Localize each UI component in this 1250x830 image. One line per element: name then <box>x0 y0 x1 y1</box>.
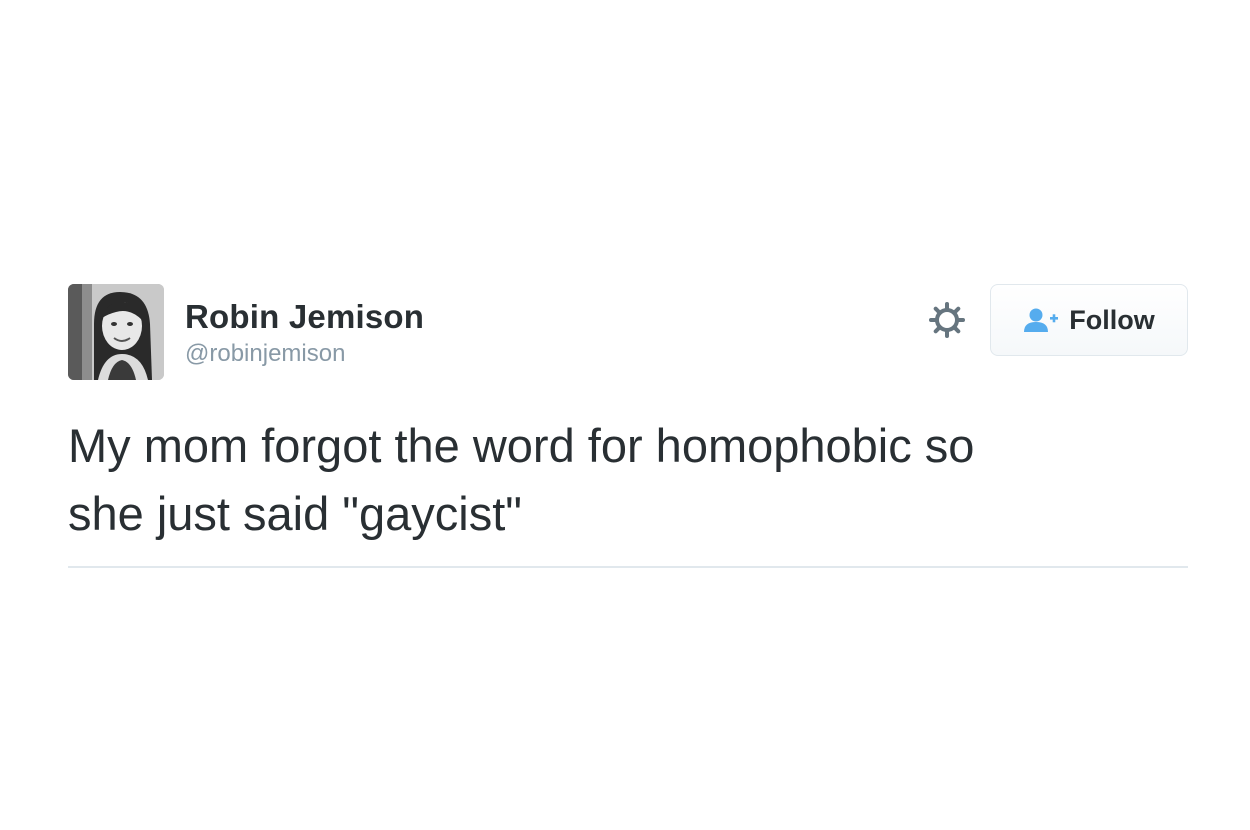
author-name[interactable]: Robin Jemison <box>185 298 424 336</box>
tweet-text: My mom forgot the word for homophobic so… <box>68 412 1188 548</box>
avatar-photo <box>68 284 164 380</box>
follow-button[interactable]: Follow <box>990 284 1188 356</box>
tweet-text-line: she just said "gaycist" <box>68 487 522 540</box>
gear-icon[interactable] <box>928 301 966 339</box>
person-add-icon <box>1024 308 1059 332</box>
author-handle[interactable]: @robinjemison <box>185 339 424 369</box>
follow-label: Follow <box>1069 304 1155 335</box>
tweet-card: Robin Jemison @robinjemison Follow My mo… <box>68 284 1188 570</box>
author-info: Robin Jemison @robinjemison <box>185 298 424 369</box>
avatar[interactable] <box>68 284 164 380</box>
tweet-text-line: My mom forgot the word for homophobic so <box>68 419 975 472</box>
divider <box>68 566 1188 568</box>
